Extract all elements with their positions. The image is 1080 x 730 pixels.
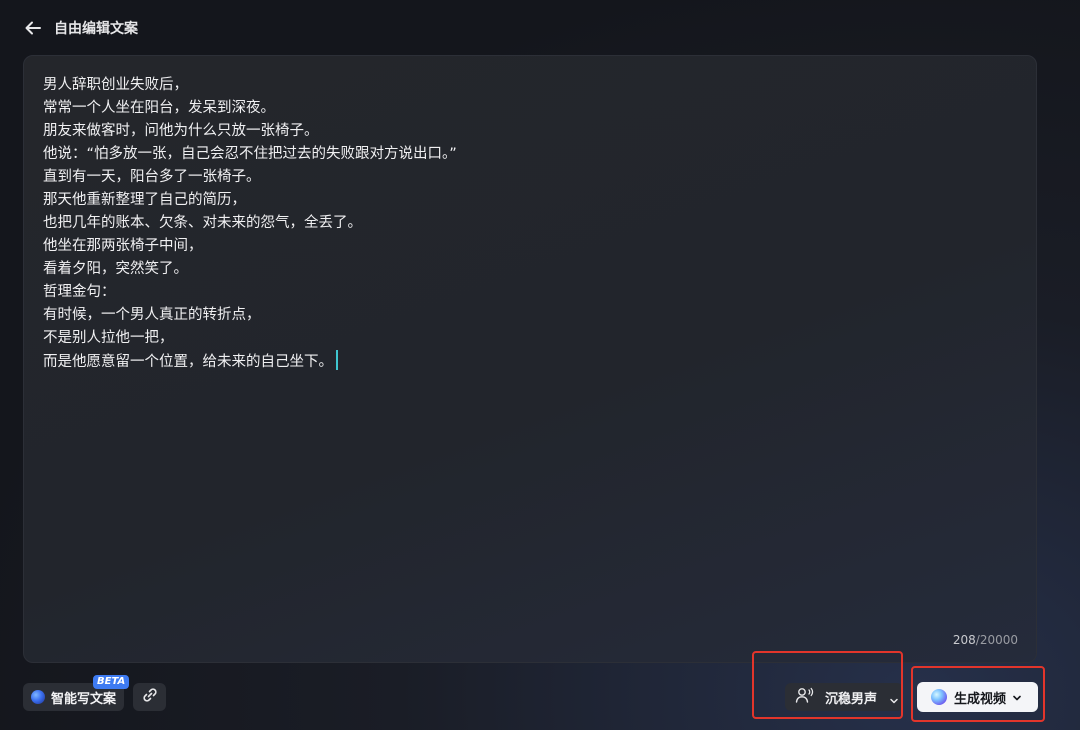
- script-line: 有时候，一个男人真正的转折点，: [43, 307, 261, 323]
- generate-video-label: 生成视频: [954, 691, 1007, 707]
- voice-label: 沉稳男声: [825, 691, 878, 707]
- beta-badge: BETA: [93, 675, 130, 689]
- script-line: 朋友来做客时，问他为什么只放一张椅子。: [43, 123, 319, 139]
- ai-orb-icon: [31, 690, 45, 704]
- ai-write-button[interactable]: 智能写文案 BETA: [23, 675, 130, 711]
- generate-orb-icon: [931, 689, 947, 705]
- ai-write-label: 智能写文案: [51, 691, 117, 707]
- header: 自由编辑文案: [22, 14, 138, 42]
- script-line: 哲理金句：: [43, 284, 116, 300]
- script-line: 他坐在那两张椅子中间，: [43, 238, 203, 254]
- script-line: 常常一个人坐在阳台，发呆到深夜。: [43, 100, 275, 116]
- arrow-left-icon[interactable]: [22, 17, 44, 39]
- bottom-toolbar: 智能写文案 BETA 沉稳男声 生成视频: [0, 675, 1080, 714]
- script-line: 他说：“怕多放一张，自己会忍不住把过去的失败跟对方说出口。”: [43, 146, 457, 162]
- voice-select-button[interactable]: 沉稳男声: [785, 683, 903, 711]
- link-icon: [141, 686, 159, 708]
- script-line-last: 而是他愿意留一个位置，给未来的自己坐下。: [43, 350, 1003, 374]
- script-line: 男人辞职创业失败后，: [43, 77, 188, 93]
- chevron-down-icon: [889, 691, 899, 710]
- script-line: 也把几年的账本、欠条、对未来的怨气，全丢了。: [43, 215, 362, 231]
- chevron-down-icon[interactable]: [1012, 688, 1022, 707]
- char-counter: 208/20000: [953, 633, 1018, 647]
- script-line: 那天他重新整理了自己的简历，: [43, 192, 246, 208]
- page-title: 自由编辑文案: [54, 21, 138, 37]
- editor-page: 自由编辑文案 男人辞职创业失败后， 常常一个人坐在阳台，发呆到深夜。 朋友来做客…: [0, 0, 1080, 730]
- link-button[interactable]: [133, 683, 166, 711]
- person-voice-icon: [795, 686, 815, 708]
- script-text-area[interactable]: 男人辞职创业失败后， 常常一个人坐在阳台，发呆到深夜。 朋友来做客时，问他为什么…: [43, 74, 1003, 374]
- generate-video-button[interactable]: 生成视频: [917, 682, 1038, 712]
- char-limit: /20000: [975, 633, 1018, 647]
- script-line: 直到有一天，阳台多了一张椅子。: [43, 169, 261, 185]
- script-editor[interactable]: 男人辞职创业失败后， 常常一个人坐在阳台，发呆到深夜。 朋友来做客时，问他为什么…: [23, 55, 1037, 663]
- script-line-text: 而是他愿意留一个位置，给未来的自己坐下。: [43, 354, 333, 370]
- text-caret: [336, 350, 338, 370]
- script-line: 看着夕阳，突然笑了。: [43, 261, 188, 277]
- char-count: 208: [952, 633, 976, 647]
- script-line: 不是别人拉他一把，: [43, 330, 174, 346]
